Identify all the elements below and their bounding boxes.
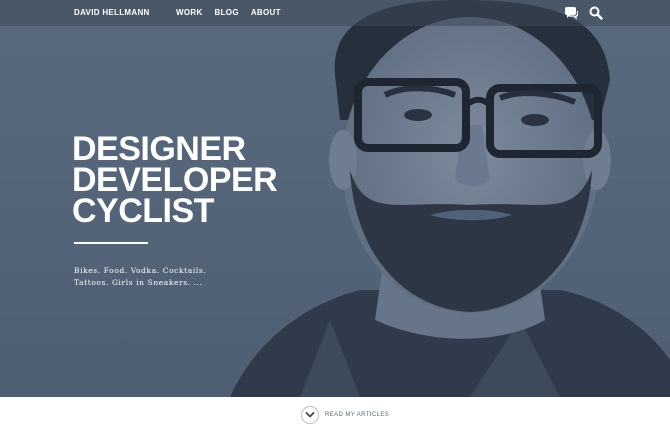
headline-line-3: CYCLIST [72, 192, 214, 230]
read-articles-button[interactable]: READ MY ARTICLES [301, 406, 389, 424]
chevron-down-icon[interactable] [301, 406, 319, 424]
hero-tagline: Bikes. Food. Vodka. Cocktails. Tattoos. … [74, 265, 284, 289]
footer-bar: READ MY ARTICLES [0, 397, 670, 430]
hero-section: DAVID HELLMANN WORK BLOG ABOUT DESIGNER … [0, 0, 670, 397]
search-icon[interactable] [589, 6, 603, 20]
nav-blog[interactable]: BLOG [215, 8, 239, 17]
headline-divider [74, 242, 148, 244]
read-articles-label[interactable]: READ MY ARTICLES [325, 412, 389, 418]
top-navigation-bar: DAVID HELLMANN WORK BLOG ABOUT [0, 0, 670, 26]
nav-about[interactable]: ABOUT [251, 8, 281, 17]
tagline-line-1: Bikes. Food. Vodka. Cocktails. [74, 266, 207, 275]
main-nav: WORK BLOG ABOUT [176, 8, 281, 17]
hero-headline: DESIGNER DEVELOPER CYCLIST [72, 132, 278, 230]
tagline-line-2: Tattoos. Girls in Sneakers. ... [74, 278, 203, 287]
site-brand[interactable]: DAVID HELLMANN [74, 8, 150, 17]
chat-icon[interactable] [564, 6, 579, 20]
nav-work[interactable]: WORK [176, 8, 203, 17]
